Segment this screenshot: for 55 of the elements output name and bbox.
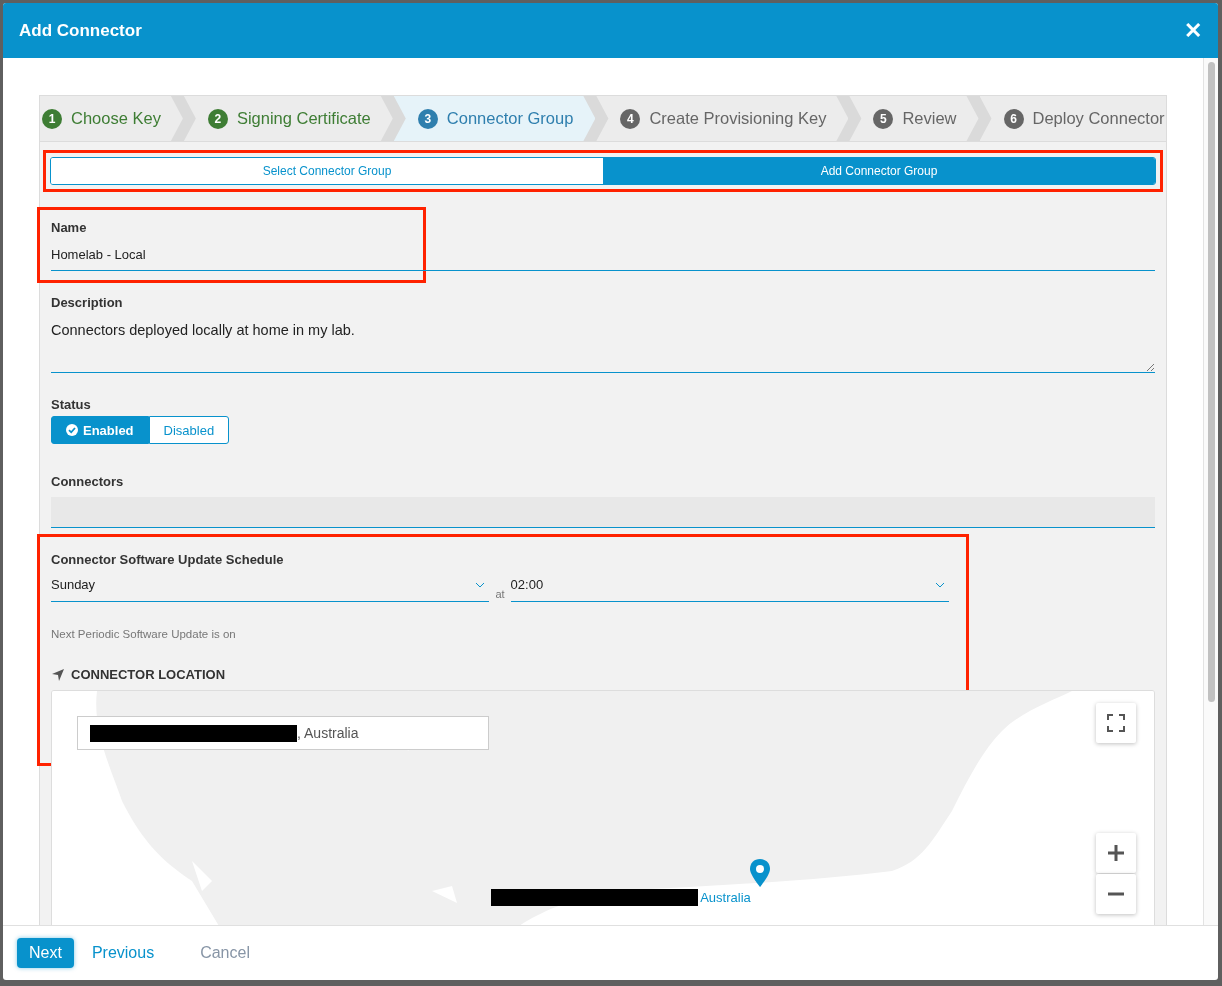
resize-handle-icon[interactable] <box>1146 363 1154 371</box>
check-circle-icon <box>66 424 78 436</box>
minus-icon <box>1107 892 1125 896</box>
previous-button[interactable]: Previous <box>79 938 167 968</box>
mode-tab[interactable]: Add Connector Group <box>603 158 1155 184</box>
field-label: Connector Software Update Schedule <box>51 552 285 567</box>
step-number: 6 <box>1003 108 1024 129</box>
field-label: Connectors <box>51 474 125 489</box>
status-option[interactable]: Disabled <box>148 416 230 444</box>
step-number: 1 <box>42 108 62 129</box>
section-heading: CONNECTOR LOCATION <box>71 667 226 682</box>
step-label: Choose Key <box>71 109 161 128</box>
step-number: 4 <box>620 108 641 129</box>
map[interactable]: , Australia Australia <box>51 690 1155 925</box>
chevron-down-icon <box>475 581 486 588</box>
plus-icon <box>1107 844 1125 862</box>
wizard-step[interactable]: 6 Deploy Connector <box>979 96 1166 141</box>
next-update-text: Next Periodic Software Update is on <box>51 628 237 640</box>
close-button[interactable]: ✕ <box>1180 17 1206 44</box>
cancel-button[interactable]: Cancel <box>188 938 262 968</box>
day-select[interactable]: Sunday <box>51 577 490 602</box>
wizard-step[interactable]: 4 Create Provisioning Key <box>596 96 849 141</box>
connectors-field[interactable] <box>51 497 1155 528</box>
fullscreen-icon <box>1107 714 1125 732</box>
step-label: Deploy Connector <box>1032 109 1165 128</box>
step-label: Review <box>902 109 957 128</box>
step-number: 5 <box>873 108 894 129</box>
name-field[interactable]: Homelab - Local <box>51 235 1155 271</box>
description-field[interactable]: Connectors deployed locally at home in my lab. <box>51 310 1155 373</box>
scrollbar[interactable] <box>1203 58 1218 925</box>
location-search-field[interactable]: , Australia <box>77 716 489 750</box>
window-title: Add Connector <box>19 20 142 41</box>
next-button[interactable]: Next <box>17 938 74 968</box>
zoom-in-button[interactable] <box>1096 833 1136 873</box>
step-number: 2 <box>207 108 228 129</box>
field-label: Status <box>51 397 92 412</box>
location-arrow-icon <box>51 667 65 682</box>
wizard-step[interactable]: 3 Connector Group <box>393 96 596 141</box>
field-label: Description <box>51 295 124 310</box>
status-option[interactable]: Enabled <box>51 416 149 444</box>
step-label: Create Provisioning Key <box>649 109 827 128</box>
map-pin-icon <box>750 859 770 887</box>
step-number: 3 <box>417 108 438 129</box>
wizard-step[interactable]: 1 Choose Key <box>40 96 183 141</box>
field-label: Name <box>51 220 88 235</box>
step-label: Signing Certificate <box>236 109 371 128</box>
wizard-step[interactable]: 5 Review <box>849 96 979 141</box>
step-label: Connector Group <box>446 109 574 128</box>
time-select[interactable]: 02:00 <box>510 577 949 602</box>
mode-tab[interactable]: Select Connector Group <box>51 158 603 184</box>
fullscreen-button[interactable] <box>1096 703 1136 743</box>
at-label: at <box>494 588 506 602</box>
marker-label: Australia <box>700 890 751 905</box>
wizard-step[interactable]: 2 Signing Certificate <box>183 96 393 141</box>
chevron-down-icon <box>935 581 945 588</box>
